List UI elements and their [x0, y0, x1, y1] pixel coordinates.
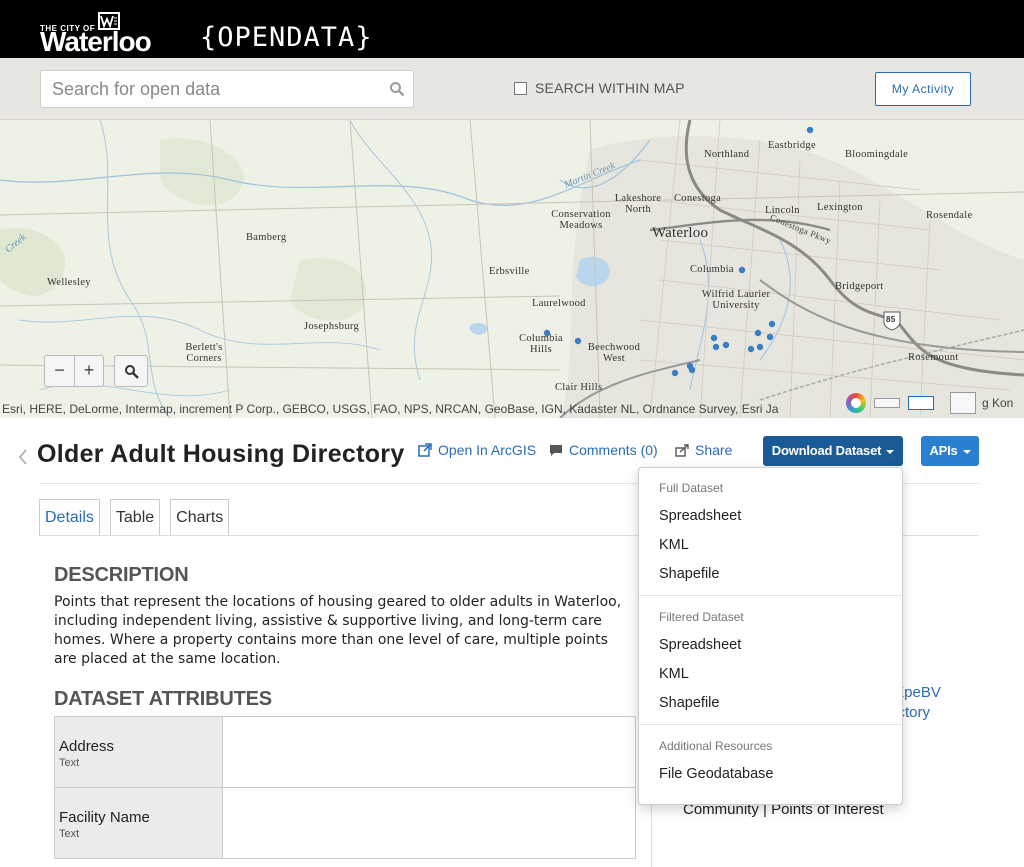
basemap-swatch-gray[interactable]	[950, 392, 976, 414]
map-view[interactable]: Northland Eastbridge Bloomingdale Lakesh…	[0, 120, 1024, 418]
map-label-eastbridge: Eastbridge	[768, 140, 816, 151]
attribute-value-cell	[222, 788, 636, 858]
search-icon[interactable]	[389, 81, 405, 97]
basemap-swatch-selected[interactable]	[908, 396, 934, 410]
logo-big-text: Waterloo	[40, 26, 152, 57]
search-box	[40, 70, 414, 108]
menu-group-full-dataset: Full Dataset Spreadsheet KML Shapefile	[639, 480, 902, 589]
attribute-name: Facility Name	[59, 809, 150, 826]
attribute-name: Address	[59, 738, 115, 755]
map-label-rosendale: Rosendale	[926, 210, 973, 221]
map-edge-label: g Kon	[982, 396, 1014, 410]
attribute-row: Facility Name Text	[54, 788, 636, 859]
map-label-wilfrid-laurier-university: Wilfrid Laurier University	[701, 289, 771, 311]
attributes-heading: DATASET ATTRIBUTES	[54, 688, 272, 710]
attribute-type: Text	[59, 828, 80, 840]
map-label-columbia-hills: Columbia Hills	[519, 333, 563, 355]
menu-group-heading: Full Dataset	[659, 481, 724, 495]
map-highway-shield: 85	[886, 315, 896, 324]
download-dataset-label: Download Dataset	[771, 443, 882, 458]
attribute-name-cell: Facility Name Text	[54, 788, 222, 858]
search-bar: SEARCH WITHIN MAP My Activity	[0, 58, 1024, 120]
attributes-table: Address Text Facility Name Text	[54, 716, 636, 859]
search-within-map[interactable]: SEARCH WITHIN MAP	[514, 80, 685, 96]
map-label-bloomingdale: Bloomingdale	[845, 149, 909, 160]
share-icon	[675, 443, 689, 457]
back-chevron-icon[interactable]	[16, 448, 30, 466]
caret-down-icon	[886, 449, 895, 454]
menu-group-heading: Additional Resources	[659, 739, 773, 753]
share-link[interactable]: Share	[675, 442, 732, 458]
map-label-northland: Northland	[704, 149, 750, 160]
map-label-beechwood-west: Beechwood West	[587, 342, 641, 364]
tab-details[interactable]: Details	[39, 499, 100, 535]
dataset-tabs: Details Table Charts	[39, 499, 230, 535]
search-within-map-label: SEARCH WITHIN MAP	[535, 80, 685, 96]
zoom-out-button[interactable]: −	[45, 356, 74, 386]
basemap-controls: g Kon	[846, 392, 1013, 414]
apis-label: APIs	[929, 443, 958, 458]
menu-item-filtered-kml[interactable]: KML	[659, 660, 882, 689]
description-heading: DESCRIPTION	[54, 564, 189, 586]
share-label: Share	[695, 442, 733, 458]
menu-item-file-geodatabase[interactable]: File Geodatabase	[659, 760, 882, 789]
attribute-name-cell: Address Text	[54, 717, 222, 787]
map-label-lakeshore-north: Lakeshore North	[614, 193, 662, 215]
attribute-row: Address Text	[54, 717, 636, 788]
menu-group-filtered-dataset: Filtered Dataset Spreadsheet KML Shapefi…	[639, 609, 902, 718]
zoom-in-button[interactable]: +	[74, 356, 103, 386]
map-label-bamberg: Bamberg	[246, 232, 287, 243]
site-header: THE CITY OF Waterloo {OPENDATA}	[0, 0, 1024, 58]
my-activity-button[interactable]: My Activity	[875, 72, 971, 106]
map-label-berletts-corners: Berlett's Corners	[185, 342, 223, 364]
comments-link[interactable]: Comments (0)	[549, 442, 658, 458]
map-label-laurelwood: Laurelwood	[532, 298, 586, 309]
dataset-title: Older Adult Housing Directory	[37, 440, 405, 468]
caret-down-icon	[962, 449, 971, 454]
basemap-swatch-light[interactable]	[874, 398, 900, 408]
map-label-rosemount: Rosemount	[908, 352, 959, 363]
map-label-wellesley: Wellesley	[47, 277, 91, 288]
map-label-josephsburg: Josephsburg	[304, 321, 360, 332]
open-in-arcgis-link[interactable]: Open In ArcGIS	[418, 442, 536, 458]
menu-item-filtered-spreadsheet[interactable]: Spreadsheet	[659, 631, 882, 660]
map-zoom-controls: − +	[44, 355, 104, 387]
comments-label: Comments (0)	[569, 442, 658, 458]
map-label-conservation-meadows: Conservation Meadows	[551, 209, 611, 231]
menu-item-full-spreadsheet[interactable]: Spreadsheet	[659, 502, 882, 531]
comment-icon	[550, 444, 562, 456]
description-text: Points that represent the locations of h…	[54, 594, 622, 667]
map-label-conestoga: Conestoga	[674, 193, 722, 204]
attribute-type: Text	[59, 757, 80, 769]
tab-charts[interactable]: Charts	[170, 499, 230, 535]
tab-table[interactable]: Table	[109, 499, 161, 535]
menu-item-full-kml[interactable]: KML	[659, 531, 882, 560]
download-dataset-button[interactable]: Download Dataset	[763, 436, 903, 466]
map-label-erbsville: Erbsville	[489, 266, 530, 277]
map-label-columbia: Columbia	[690, 264, 734, 275]
map-label-bridgeport: Bridgeport	[835, 281, 884, 292]
external-link-icon	[418, 443, 432, 457]
open-in-arcgis-label: Open In ArcGIS	[438, 442, 537, 458]
map-label-clair-hills: Clair Hills	[555, 382, 603, 393]
menu-group-additional-resources: Additional Resources File Geodatabase	[639, 738, 902, 789]
menu-divider	[639, 724, 902, 725]
apis-button[interactable]: APIs	[921, 436, 979, 466]
search-within-map-checkbox[interactable]	[514, 81, 527, 95]
map-label-lexington: Lexington	[817, 202, 863, 213]
portal-title: {OPENDATA}	[200, 22, 373, 53]
map-label-waterloo: Waterloo	[652, 225, 709, 241]
menu-group-heading: Filtered Dataset	[659, 610, 744, 624]
map-search-icon	[125, 365, 139, 379]
search-input[interactable]	[41, 71, 371, 107]
menu-divider	[639, 595, 902, 596]
map-search-button[interactable]	[114, 355, 148, 387]
download-dataset-menu: Full Dataset Spreadsheet KML Shapefile F…	[638, 467, 903, 805]
attribute-value-cell	[222, 717, 636, 787]
menu-item-full-shapefile[interactable]: Shapefile	[659, 560, 882, 589]
menu-item-filtered-shapefile[interactable]: Shapefile	[659, 689, 882, 718]
color-wheel-icon[interactable]	[846, 393, 866, 413]
